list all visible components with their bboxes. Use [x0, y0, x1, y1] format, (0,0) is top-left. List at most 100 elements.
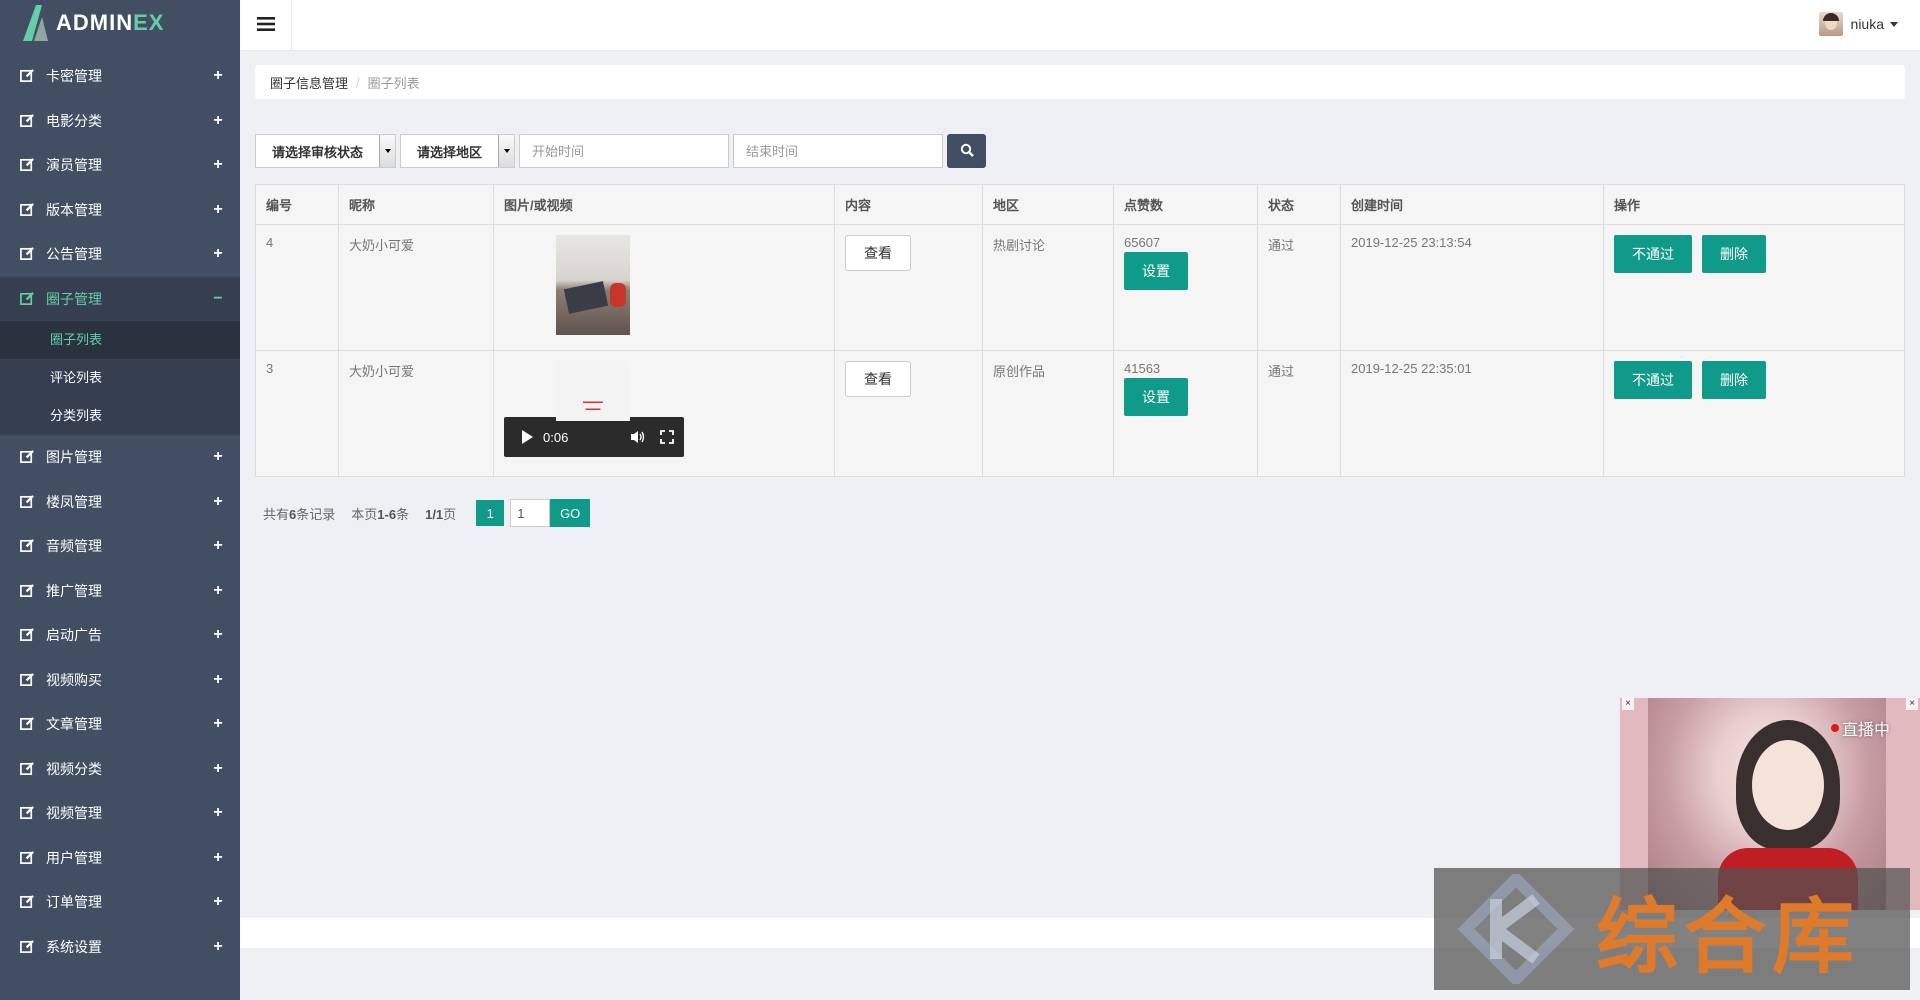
search-button[interactable] [947, 134, 987, 168]
edit-icon [20, 583, 36, 599]
watermark-text: 综合库 [1596, 889, 1861, 985]
main-content: 圈子信息管理 / 圈子列表 请选择审核状态 请选择地区 编号 昵称 图片/或视频… [255, 65, 1905, 527]
sidebar-item-label: 版本管理 [46, 201, 102, 218]
expand-icon[interactable]: + [212, 582, 224, 600]
expand-icon[interactable]: + [212, 849, 224, 867]
sidebar-item-video-categories[interactable]: 视频分类 + [0, 747, 240, 792]
sidebar-item-announcements[interactable]: 公告管理 + [0, 232, 240, 277]
end-time-input[interactable] [733, 134, 944, 168]
col-header-status: 状态 [1257, 184, 1341, 225]
expand-icon[interactable]: + [212, 493, 224, 511]
view-button[interactable]: 查看 [845, 235, 911, 271]
sidebar-item-orders[interactable]: 订单管理 + [0, 880, 240, 925]
go-button[interactable]: GO [550, 499, 591, 527]
set-likes-button[interactable]: 设置 [1124, 378, 1188, 416]
sidebar-item-actors[interactable]: 演员管理 + [0, 143, 240, 188]
sidebar-item-label: 楼凤管理 [46, 493, 102, 510]
reject-button[interactable]: 不通过 [1614, 361, 1692, 399]
status-select-value: 请选择审核状态 [272, 144, 364, 160]
expand-icon[interactable]: + [212, 112, 224, 130]
start-time-input[interactable] [519, 134, 730, 168]
expand-icon[interactable]: + [212, 938, 224, 956]
table-row: 3 大奶小可爱 ▬▬▬▬ ▬▬▬ 0:06 查看 原创作品 41563 设置 通… [255, 350, 1905, 477]
view-button[interactable]: 查看 [845, 361, 911, 397]
volume-icon[interactable] [630, 430, 646, 444]
sidebar-item-video-purchases[interactable]: 视频购买 + [0, 658, 240, 703]
breadcrumb-current: 圈子列表 [367, 75, 420, 91]
play-icon[interactable] [522, 430, 533, 444]
expand-icon[interactable]: + [212, 156, 224, 174]
expand-icon[interactable]: + [212, 201, 224, 219]
expand-icon[interactable]: + [212, 760, 224, 778]
region-select-value: 请选择地区 [417, 144, 483, 160]
page-jump-input[interactable] [510, 499, 551, 527]
top-header: niuka [240, 0, 1920, 51]
logo[interactable]: ADMINEX [0, 0, 240, 46]
ad-close-button[interactable]: × [1622, 698, 1634, 710]
sidebar-item-audio[interactable]: 音频管理 + [0, 524, 240, 569]
sidebar-item-versions[interactable]: 版本管理 + [0, 188, 240, 233]
table-header-row: 编号 昵称 图片/或视频 内容 地区 点赞数 状态 创建时间 操作 [255, 184, 1905, 225]
sidebar-subitem-circle-list[interactable]: 圈子列表 [0, 321, 240, 359]
sidebar-item-images[interactable]: 图片管理 + [0, 435, 240, 480]
fullscreen-icon[interactable] [660, 430, 674, 444]
watermark-logo-icon [1456, 870, 1586, 988]
sidebar-toggle-button[interactable] [240, 0, 292, 51]
expand-icon[interactable]: + [212, 626, 224, 644]
status-select[interactable]: 请选择审核状态 [255, 134, 397, 168]
sidebar-item-label: 音频管理 [46, 538, 102, 555]
sidebar-item-label: 订单管理 [46, 894, 102, 911]
ad-close-button[interactable]: × [1906, 698, 1918, 710]
edit-icon [20, 68, 36, 84]
sidebar-item-users[interactable]: 用户管理 + [0, 836, 240, 881]
sidebar-item-launch-ads[interactable]: 启动广告 + [0, 613, 240, 658]
sidebar-item-videos[interactable]: 视频管理 + [0, 791, 240, 836]
sidebar-item-articles[interactable]: 文章管理 + [0, 702, 240, 747]
expand-icon[interactable]: + [212, 537, 224, 555]
expand-icon[interactable]: + [212, 67, 224, 85]
collapse-icon[interactable]: − [212, 290, 224, 308]
col-header-media: 图片/或视频 [493, 184, 835, 225]
breadcrumb-parent[interactable]: 圈子信息管理 [270, 73, 348, 92]
expand-icon[interactable]: + [212, 893, 224, 911]
delete-button[interactable]: 删除 [1702, 361, 1766, 399]
page-number-button[interactable]: 1 [476, 500, 505, 526]
live-badge: 直播中 [1830, 716, 1890, 740]
post-image[interactable] [556, 235, 630, 335]
expand-icon[interactable]: + [212, 715, 224, 733]
expand-icon[interactable]: + [212, 245, 224, 263]
user-menu[interactable]: niuka [1818, 12, 1898, 36]
sidebar-subitem-comment-list[interactable]: 评论列表 [0, 359, 240, 397]
dropdown-arrow-icon [379, 135, 396, 167]
cell-likes: 41563 设置 [1113, 350, 1258, 477]
col-header-id: 编号 [255, 184, 339, 225]
sidebar-item-circles[interactable]: 圈子管理 − [0, 276, 240, 321]
sidebar-item-movie-categories[interactable]: 电影分类 + [0, 99, 240, 144]
region-select[interactable]: 请选择地区 [400, 134, 516, 168]
col-header-created: 创建时间 [1340, 184, 1604, 225]
breadcrumb-separator: / [356, 74, 360, 90]
sidebar-subitem-category-list[interactable]: 分类列表 [0, 397, 240, 435]
cell-nickname: 大奶小可爱 [338, 350, 494, 477]
edit-icon [20, 894, 36, 910]
sidebar-item-label: 公告管理 [46, 246, 102, 263]
expand-icon[interactable]: + [212, 804, 224, 822]
set-likes-button[interactable]: 设置 [1124, 252, 1188, 290]
table-row: 4 大奶小可爱 查看 热剧讨论 65607 设置 通过 2019-12-25 2… [255, 224, 1905, 351]
edit-icon [20, 246, 36, 262]
edit-icon [20, 805, 36, 821]
reject-button[interactable]: 不通过 [1614, 235, 1692, 273]
sidebar-item-settings[interactable]: 系统设置 + [0, 925, 240, 970]
sidebar-item-loufeng[interactable]: 楼凤管理 + [0, 480, 240, 525]
likes-count: 41563 [1124, 361, 1161, 376]
edit-icon [20, 494, 36, 510]
expand-icon[interactable]: + [212, 448, 224, 466]
sidebar-item-label: 文章管理 [46, 716, 102, 733]
sidebar-item-card-keys[interactable]: 卡密管理 + [0, 54, 240, 99]
expand-icon[interactable]: + [212, 671, 224, 689]
video-player-controls[interactable]: 0:06 [504, 417, 684, 457]
sidebar-item-promotion[interactable]: 推广管理 + [0, 569, 240, 614]
live-dot-icon [1830, 724, 1839, 732]
search-icon [960, 143, 974, 160]
delete-button[interactable]: 删除 [1702, 235, 1766, 273]
